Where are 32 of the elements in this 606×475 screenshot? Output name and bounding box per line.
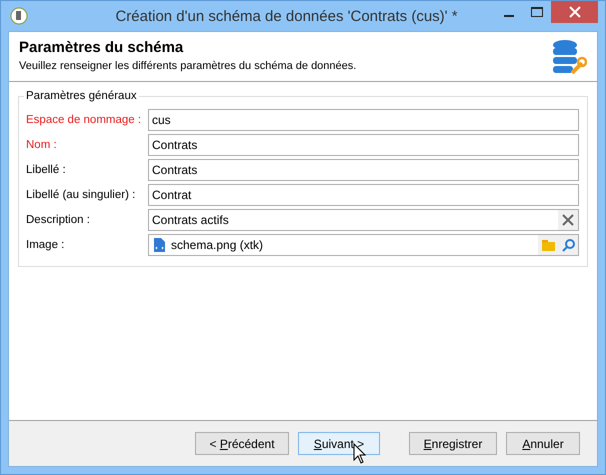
minimize-icon [504,15,514,17]
field-label: Libellé (au singulier) : [26,189,136,201]
wizard-button[interactable]: < Précédent [195,432,289,455]
field-label: Description : [26,214,91,226]
input-field[interactable]: Contrats [148,159,579,181]
close-icon [568,6,580,18]
wizard-button[interactable]: Enregistrer [409,432,497,455]
page-subtitle: Veuillez renseigner les différents paramètres du schéma de données. [19,60,356,72]
field-label: Espace de nommage : [26,114,142,126]
search-button[interactable] [558,235,578,255]
page-title: Paramètres du schéma [19,39,184,56]
input-field[interactable]: cus [148,109,579,131]
input-field[interactable]: schema.png (xtk) [148,234,579,256]
wizard-button[interactable]: Suivant > [298,432,380,455]
input-field[interactable]: Contrat [148,184,579,206]
maximize-icon [531,7,543,17]
window-title: Création d'un schéma de données 'Contrats (cus)' * [114,8,459,24]
input-field[interactable]: Contrats actifs [148,209,579,231]
folder-icon [542,240,554,250]
wizard-button[interactable]: Annuler [506,432,580,455]
close-button[interactable] [551,1,598,23]
file-icon [154,238,165,252]
app-icon [10,7,28,25]
field-label: Libellé : [26,164,67,176]
group-title: Paramètres généraux [24,90,139,102]
input-field[interactable]: Contrats [148,134,579,156]
clear-button[interactable] [558,210,578,230]
clear-icon [562,214,574,226]
field-label: Image : [26,239,66,251]
field-label: Nom : [26,139,58,151]
search-icon [562,238,574,252]
mouse-pointer-icon [353,443,367,465]
